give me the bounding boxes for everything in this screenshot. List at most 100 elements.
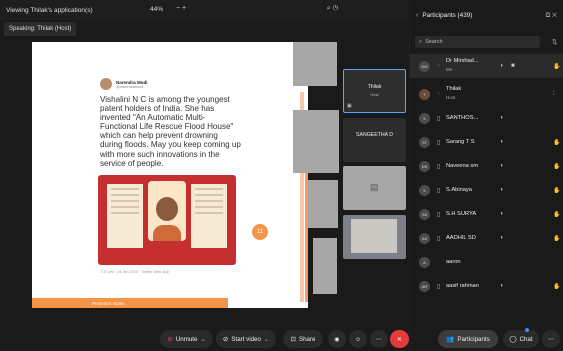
tile-name: Thilak — [367, 84, 382, 90]
chat-label: Chat — [519, 335, 533, 343]
participant-name: Dr Mirshad... — [446, 58, 479, 64]
mic-muted-icon[interactable]: ◗ — [500, 187, 504, 193]
chat-button[interactable]: ◯ Chat — [503, 328, 539, 348]
raised-hand-icon: ✋ — [553, 235, 561, 242]
raised-hand-icon: ✋ — [553, 163, 561, 170]
unread-badge — [525, 328, 529, 332]
document-icon: ▤ — [370, 182, 379, 192]
tile-role: Host — [370, 92, 379, 97]
device-icon: ▯ — [437, 187, 441, 194]
participant-search-input[interactable]: ⌕ Search — [415, 36, 540, 48]
video-off-icon: ⊘ — [222, 336, 229, 343]
participant-name: aasif rahman — [446, 283, 479, 289]
participant-row[interactable]: AR ▯ aasif rahman ◗ ✋ — [410, 274, 563, 298]
mic-muted-icon[interactable]: ◗ — [500, 115, 504, 121]
more-options-button[interactable]: ⋯ — [370, 330, 388, 348]
shared-slide: Narendra Modi @narendramodi Vishalini N … — [32, 42, 308, 308]
mic-muted-icon[interactable]: ◗ — [500, 211, 504, 217]
video-tile-camera[interactable] — [343, 215, 406, 259]
sort-icon[interactable]: ⇅ — [552, 38, 557, 46]
tweet-author: Narendra Modi — [116, 79, 148, 85]
participant-row[interactable]: T ◌ Thilak Host ⁞ — [410, 82, 563, 106]
panel-window-icons[interactable]: ⧉ ✕ — [546, 12, 557, 20]
reactions-button[interactable]: ☺ — [349, 330, 367, 348]
more-icon: ⋯ — [375, 335, 383, 343]
tweet-body: Vishalini N C is among the youngest pate… — [100, 95, 241, 168]
start-video-label: Start video — [231, 335, 261, 343]
participants-panel: ‹ Participants (439) ⧉ ✕ ⌕ Search ⇅ DM ◌… — [409, 0, 563, 351]
mic-muted-icon[interactable]: ◗ — [500, 235, 504, 241]
device-icon: ▯ — [437, 139, 441, 146]
mic-muted-icon[interactable]: ◗ — [500, 139, 504, 145]
video-tile-thilak[interactable]: Thilak Host ▣ — [343, 69, 406, 113]
avatar: SS — [419, 208, 430, 220]
participant-name: Naveena sm — [446, 163, 478, 169]
avatar: A — [419, 256, 430, 268]
image-panel-right — [191, 184, 227, 248]
participant-name: SANTHOS... — [446, 115, 479, 121]
device-icon: ▯ — [437, 235, 441, 242]
record-button[interactable]: ◉ — [328, 330, 346, 348]
collapse-chevron-icon[interactable]: ‹ — [416, 12, 418, 19]
participant-row[interactable]: DM ◌ Dr Mirshad... Me ◗ ■ ✋ — [410, 54, 563, 78]
avatar: T — [419, 88, 430, 100]
video-tile-sangeetha[interactable]: SANGEETHA D — [343, 118, 406, 162]
participant-row[interactable]: AS ▯ AADHIL SD ◗ ✋ — [410, 226, 563, 250]
video-tile-document[interactable]: ▤ — [343, 166, 406, 210]
share-title: Viewing Thilak's application(s) — [6, 6, 93, 14]
participant-row[interactable]: ST ▯ Sarang T S ◗ ✋ — [410, 130, 563, 154]
participant-name: Sarang T S — [446, 139, 475, 145]
slide-footer-text: Presenter Notes — [92, 300, 125, 306]
audio-signal-icon: ⁞ — [553, 91, 555, 97]
tweet-meta: 7:37 pm · 24 Jan 2020 · Twitter Web App — [100, 270, 169, 274]
girl-portrait — [148, 181, 186, 241]
mic-muted-icon[interactable]: ◗ — [500, 283, 504, 289]
participant-row[interactable]: S ▯ SANTHOS... ◗ — [410, 106, 563, 130]
redacted-block — [293, 110, 339, 173]
chevron-down-icon[interactable]: ⌄ — [264, 336, 269, 343]
participants-button[interactable]: 👥 Participants — [438, 330, 498, 348]
device-icon: ▯ — [437, 163, 441, 170]
participant-row[interactable]: S ▯ S.Abinaya ◗ ✋ — [410, 178, 563, 202]
tweet-avatar — [100, 78, 112, 90]
participant-role: Host — [446, 95, 456, 100]
mic-muted-icon[interactable]: ◗ — [500, 163, 504, 169]
video-icon[interactable]: ■ — [511, 63, 515, 69]
redacted-block — [293, 42, 337, 86]
more-icon: ⋯ — [547, 335, 555, 343]
participant-name: AADHIL SD — [446, 235, 476, 241]
device-icon: ◌ — [437, 63, 441, 69]
participant-name: aaron — [446, 259, 461, 265]
device-icon: ◌ — [437, 91, 441, 97]
camera-feed — [351, 219, 397, 253]
share-screen-icon: ⊡ — [290, 336, 296, 343]
unmute-button[interactable]: ⊘ Unmute ⌄ — [160, 330, 213, 348]
avatar: S — [419, 112, 430, 124]
start-video-button[interactable]: ⊘ Start video ⌄ — [216, 330, 276, 348]
raised-hand-icon: ✋ — [553, 211, 561, 218]
chevron-down-icon[interactable]: ⌄ — [200, 336, 205, 343]
participant-row[interactable]: NS ▯ Naveena sm ◗ ✋ — [410, 154, 563, 178]
search-icon: ⌕ — [419, 38, 423, 45]
zoom-controls[interactable]: − + — [176, 5, 186, 12]
zoom-level[interactable]: 44% — [150, 6, 163, 13]
raised-hand-icon: ✋ — [553, 283, 561, 290]
reactions-icon: ☺ — [354, 335, 362, 343]
device-icon: ▯ — [437, 115, 441, 122]
slide-counter-badge[interactable]: 11 — [252, 224, 268, 240]
share-button[interactable]: ⊡ Share — [283, 330, 323, 348]
participant-row[interactable]: A aaron — [410, 250, 563, 274]
avatar: AS — [419, 232, 430, 244]
tweet-handle: @narendramodi — [116, 84, 144, 89]
avatar: DM — [419, 60, 430, 72]
topbar-icons[interactable]: ⌕ ◷ — [327, 5, 338, 13]
mic-muted-icon: ⊘ — [167, 336, 173, 343]
more-panels-button[interactable]: ⋯ — [542, 330, 560, 348]
raised-hand-icon: ✋ — [553, 63, 561, 70]
leave-meeting-button[interactable]: ✕ — [390, 330, 409, 348]
mic-icon[interactable]: ◗ — [500, 63, 504, 69]
raised-hand-icon: ✋ — [553, 187, 561, 194]
share-label: Share — [298, 335, 316, 343]
participant-row[interactable]: SS ▯ S.H SURYA ◗ ✋ — [410, 202, 563, 226]
image-panel-left — [107, 184, 143, 248]
